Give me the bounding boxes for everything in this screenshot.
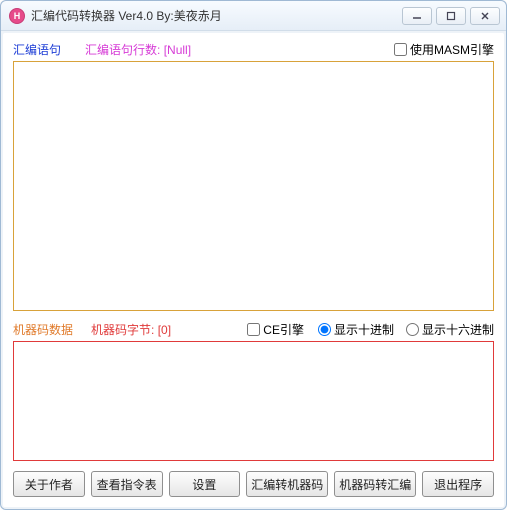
mc-header-row: 机器码数据 机器码字节: [0] CE引擎 显示十进制 显示十六进制 <box>13 319 494 339</box>
mc-label: 机器码数据 <box>13 321 73 338</box>
window-controls <box>398 7 500 25</box>
radix-dec-label: 显示十进制 <box>334 321 394 338</box>
asm-label: 汇编语句 <box>13 41 61 58</box>
maximize-button[interactable] <box>436 7 466 25</box>
radix-hex-radio[interactable]: 显示十六进制 <box>406 321 494 338</box>
use-masm-checkbox-input[interactable] <box>394 43 407 56</box>
use-masm-label: 使用MASM引擎 <box>410 41 494 58</box>
minimize-button[interactable] <box>402 7 432 25</box>
settings-button[interactable]: 设置 <box>169 471 241 497</box>
close-button[interactable] <box>470 7 500 25</box>
asm-to-mc-button[interactable]: 汇编转机器码 <box>246 471 328 497</box>
asm-header-row: 汇编语句 汇编语句行数: [Null] 使用MASM引擎 <box>13 39 494 59</box>
radix-dec-input[interactable] <box>318 323 331 336</box>
app-window: 汇编代码转换器 Ver4.0 By:美夜赤月 汇编语句 汇编语句行数: [Nul… <box>0 0 507 510</box>
about-button[interactable]: 关于作者 <box>13 471 85 497</box>
mc-bytes-label-text: 机器码字节: <box>91 323 154 337</box>
maximize-icon <box>446 11 456 21</box>
close-icon <box>480 11 490 21</box>
window-title: 汇编代码转换器 Ver4.0 By:美夜赤月 <box>31 7 398 24</box>
asm-lines-label-text: 汇编语句行数: <box>85 43 160 57</box>
radix-hex-input[interactable] <box>406 323 419 336</box>
minimize-icon <box>412 11 422 21</box>
asm-lines-label: 汇编语句行数: [Null] <box>85 41 191 58</box>
ce-engine-label: CE引擎 <box>263 321 304 338</box>
use-masm-checkbox[interactable]: 使用MASM引擎 <box>394 41 494 58</box>
client-area: 汇编语句 汇编语句行数: [Null] 使用MASM引擎 机器码数据 机器码字节… <box>3 33 504 507</box>
mc-to-asm-button[interactable]: 机器码转汇编 <box>334 471 416 497</box>
asm-lines-value: [Null] <box>164 43 191 57</box>
radix-dec-radio[interactable]: 显示十进制 <box>318 321 394 338</box>
titlebar[interactable]: 汇编代码转换器 Ver4.0 By:美夜赤月 <box>1 1 506 31</box>
app-icon <box>9 8 25 24</box>
ce-engine-checkbox-input[interactable] <box>247 323 260 336</box>
radix-hex-label: 显示十六进制 <box>422 321 494 338</box>
ce-engine-checkbox[interactable]: CE引擎 <box>247 321 304 338</box>
mc-bytes-value: [0] <box>158 323 171 337</box>
button-row: 关于作者 查看指令表 设置 汇编转机器码 机器码转汇编 退出程序 <box>13 471 494 497</box>
opcode-table-button[interactable]: 查看指令表 <box>91 471 163 497</box>
mc-bytes-label: 机器码字节: [0] <box>91 321 171 338</box>
mc-textarea[interactable] <box>13 341 494 461</box>
asm-textarea[interactable] <box>13 61 494 311</box>
exit-button[interactable]: 退出程序 <box>422 471 494 497</box>
